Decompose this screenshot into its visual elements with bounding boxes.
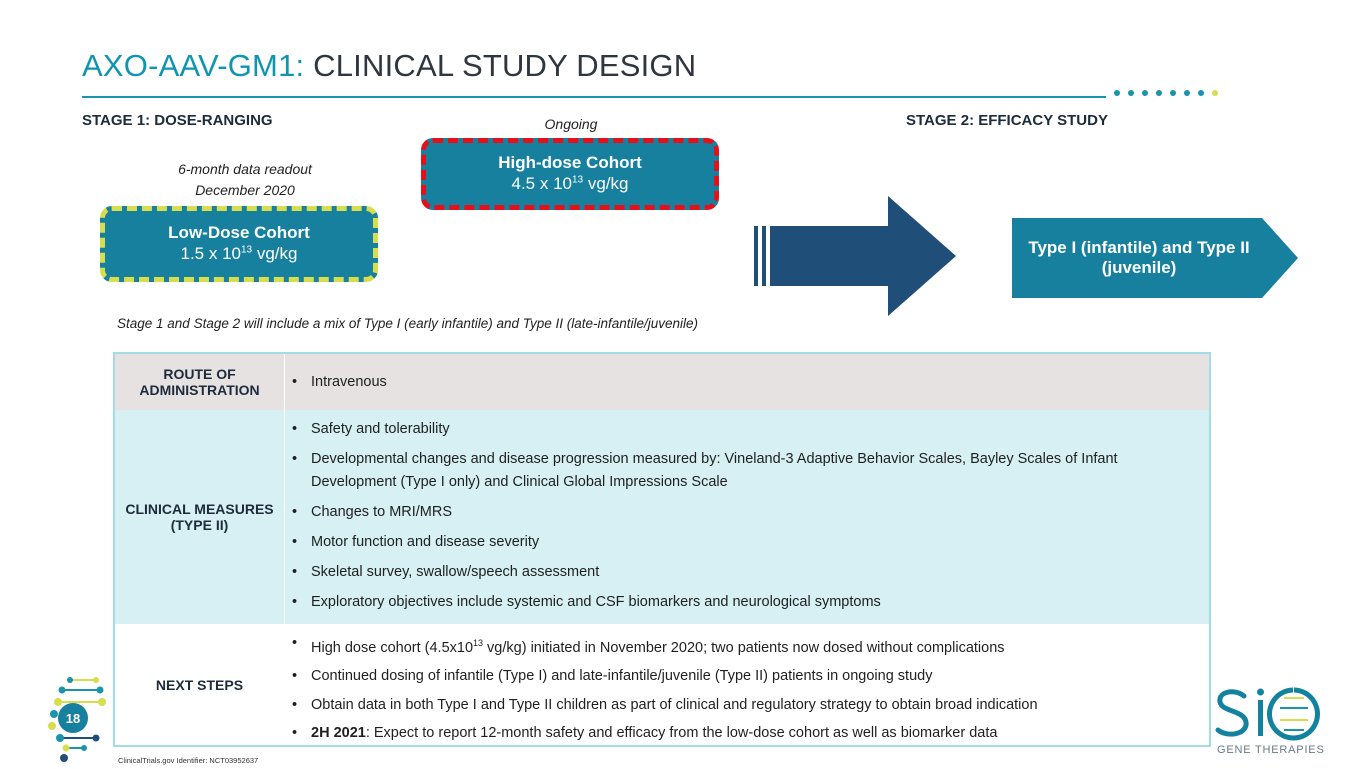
clinicaltrials-footnote: ClinicalTrials.gov Identifier: NCT039526… <box>118 756 259 765</box>
route-label: ROUTE OF ADMINISTRATION <box>115 354 285 410</box>
stage1-heading: STAGE 1: DOSE-RANGING <box>82 112 273 129</box>
list-item: Obtain data in both Type I and Type II c… <box>292 694 1203 717</box>
next-steps-list: High dose cohort (4.5x1013 vg/kg) initia… <box>287 632 1203 751</box>
high-dose-value: 4.5 x 1013 vg/kg <box>511 174 629 193</box>
page-number: 18 <box>58 703 88 733</box>
route-list: Intravenous <box>287 371 1203 394</box>
ongoing-label: Ongoing <box>544 116 598 132</box>
list-item: Skeletal survey, swallow/speech assessme… <box>292 561 1203 584</box>
list-item: Motor function and disease severity <box>292 531 1203 554</box>
table-row-next-steps: NEXT STEPS High dose cohort (4.5x1013 vg… <box>115 624 1209 745</box>
list-item: High dose cohort (4.5x1013 vg/kg) initia… <box>292 632 1203 660</box>
low-dose-note-line1: 6-month data readout <box>178 161 312 177</box>
title-underline <box>82 96 1106 98</box>
list-item: Safety and tolerability <box>292 418 1203 441</box>
stage2-heading: STAGE 2: EFFICACY STUDY <box>906 112 1108 129</box>
high-dose-cohort-name: High-dose Cohort <box>498 153 642 172</box>
page-title: AXO-AAV-GM1: CLINICAL STUDY DESIGN <box>82 48 696 84</box>
decorative-dots <box>1114 90 1218 96</box>
low-dose-note-line2: December 2020 <box>195 182 295 198</box>
table-row-clinical: CLINICAL MEASURES (TYPE II) Safety and t… <box>115 410 1209 624</box>
clinical-measures-label: CLINICAL MEASURES (TYPE II) <box>115 410 285 624</box>
low-dose-value: 1.5 x 1013 vg/kg <box>180 244 298 263</box>
low-dose-cohort-name: Low-Dose Cohort <box>168 223 310 242</box>
table-row-route: ROUTE OF ADMINISTRATION Intravenous <box>115 354 1209 410</box>
logo-subtitle: GENE THERAPIES <box>1217 744 1325 756</box>
company-logo <box>1214 684 1326 742</box>
title-accent: AXO-AAV-GM1: <box>82 48 305 83</box>
high-dose-cohort-box: High-dose Cohort 4.5 x 1013 vg/kg <box>421 138 719 210</box>
list-item: 2H 2021: Expect to report 12-month safet… <box>292 722 1203 745</box>
clinical-measures-list: Safety and tolerability Developmental ch… <box>287 418 1203 621</box>
stage2-banner-text: Type I (infantile) and Type II (juvenile… <box>1028 238 1250 277</box>
study-design-table: ROUTE OF ADMINISTRATION Intravenous CLIN… <box>113 352 1211 747</box>
low-dose-cohort-box: Low-Dose Cohort 1.5 x 1013 vg/kg <box>100 206 378 282</box>
list-item: Intravenous <box>292 371 1203 394</box>
sio-logo-icon <box>1215 687 1320 741</box>
list-item: Exploratory objectives include systemic … <box>292 591 1203 614</box>
stage-transition-arrow <box>754 196 956 316</box>
list-item: Continued dosing of infantile (Type I) a… <box>292 665 1203 688</box>
list-item: Developmental changes and disease progre… <box>292 448 1203 494</box>
stage-mix-note: Stage 1 and Stage 2 will include a mix o… <box>117 316 699 331</box>
next-steps-label: NEXT STEPS <box>115 624 285 745</box>
title-rest: CLINICAL STUDY DESIGN <box>304 48 697 83</box>
list-item: Changes to MRI/MRS <box>292 501 1203 524</box>
